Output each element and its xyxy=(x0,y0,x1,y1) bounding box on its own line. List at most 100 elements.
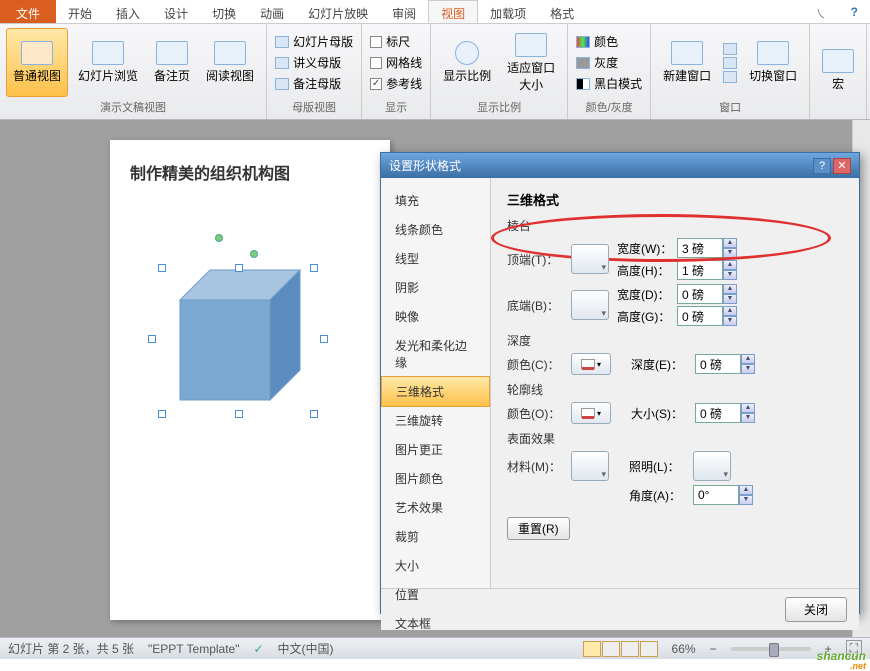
height-label: 高度(G)： xyxy=(617,308,673,325)
bottom-height-spinner[interactable]: ▲▼ xyxy=(677,306,737,326)
nav-position[interactable]: 位置 xyxy=(381,580,490,609)
slide-sorter-button[interactable]: 幻灯片浏览 xyxy=(72,28,144,97)
resize-handle[interactable] xyxy=(320,335,328,343)
nav-picture-corrections[interactable]: 图片更正 xyxy=(381,435,490,464)
menu-tab-transition[interactable]: 切换 xyxy=(200,0,248,23)
dialog-titlebar[interactable]: 设置形状格式 ? ✕ xyxy=(381,153,859,178)
slideshow-view-icon[interactable] xyxy=(640,641,658,657)
nav-line-style[interactable]: 线型 xyxy=(381,244,490,273)
nav-artistic-effects[interactable]: 艺术效果 xyxy=(381,493,490,522)
blackwhite-button[interactable]: 黑白模式 xyxy=(574,74,644,93)
rotation-handle[interactable] xyxy=(215,234,223,242)
dialog-help-icon[interactable]: ? xyxy=(813,158,831,174)
guides-checkbox[interactable]: ✓参考线 xyxy=(368,74,424,93)
menu-tab-slideshow[interactable]: 幻灯片放映 xyxy=(296,0,380,23)
color-button[interactable]: 颜色 xyxy=(574,32,644,51)
menu-tab-design[interactable]: 设计 xyxy=(152,0,200,23)
nav-reflection[interactable]: 映像 xyxy=(381,302,490,331)
depth-color-picker[interactable]: ▾ xyxy=(571,353,611,375)
nav-shadow[interactable]: 阴影 xyxy=(381,273,490,302)
nav-line-color[interactable]: 线条颜色 xyxy=(381,215,490,244)
switch-window-button[interactable]: 切换窗口 xyxy=(743,28,803,97)
ribbon-group-label xyxy=(816,113,860,115)
bottom-width-spinner[interactable]: ▲▼ xyxy=(677,284,737,304)
zoom-out-icon[interactable]: − xyxy=(710,642,717,656)
menu-tab-animation[interactable]: 动画 xyxy=(248,0,296,23)
grayscale-button[interactable]: 灰度 xyxy=(574,53,644,72)
ribbon-group-show: 标尺 网格线 ✓参考线 显示 xyxy=(362,24,431,119)
language-indicator[interactable]: 中文(中国) xyxy=(278,640,334,657)
ribbon-group-macros: 宏 xyxy=(810,24,867,119)
top-width-spinner[interactable]: ▲▼ xyxy=(677,238,737,258)
menu-tab-insert[interactable]: 插入 xyxy=(104,0,152,23)
reset-button[interactable]: 重置(R) xyxy=(507,517,570,540)
ruler-checkbox[interactable]: 标尺 xyxy=(368,32,424,51)
ribbon-group-presentation-views: 普通视图 幻灯片浏览 备注页 阅读视图 演示文稿视图 xyxy=(0,24,267,119)
menu-tab-home[interactable]: 开始 xyxy=(56,0,104,23)
resize-handle[interactable] xyxy=(235,264,243,272)
reading-view-button[interactable]: 阅读视图 xyxy=(200,28,260,97)
move-split-icon[interactable] xyxy=(723,71,737,83)
slide-sorter-label: 幻灯片浏览 xyxy=(78,67,138,84)
depth-spinner[interactable]: ▲▼ xyxy=(695,354,755,374)
nav-crop[interactable]: 裁剪 xyxy=(381,522,490,551)
nav-3d-format[interactable]: 三维格式 xyxy=(381,376,490,407)
help-icon[interactable]: ? xyxy=(839,0,870,23)
resize-handle[interactable] xyxy=(310,264,318,272)
nav-3d-rotation[interactable]: 三维旋转 xyxy=(381,406,490,435)
top-height-spinner[interactable]: ▲▼ xyxy=(677,260,737,280)
nav-picture-color[interactable]: 图片颜色 xyxy=(381,464,490,493)
resize-handle[interactable] xyxy=(235,410,243,418)
resize-handle[interactable] xyxy=(158,410,166,418)
lighting-preset[interactable] xyxy=(693,451,731,481)
top-bevel-preset[interactable] xyxy=(571,244,609,274)
zoom-button[interactable]: 显示比例 xyxy=(437,28,497,97)
bevel-label: 棱台 xyxy=(507,217,843,234)
arrange-icon[interactable] xyxy=(723,43,737,55)
notes-page-button[interactable]: 备注页 xyxy=(148,28,196,97)
resize-handle[interactable] xyxy=(148,335,156,343)
resize-handle[interactable] xyxy=(310,410,318,418)
reading-view-icon[interactable] xyxy=(621,641,639,657)
fit-to-window-button[interactable]: 适应窗口大小 xyxy=(501,28,561,97)
material-preset[interactable] xyxy=(571,451,609,481)
angle-spinner[interactable]: ▲▼ xyxy=(693,485,753,505)
close-button[interactable]: 关闭 xyxy=(785,597,847,622)
handout-master-button[interactable]: 讲义母版 xyxy=(273,53,355,72)
nav-size[interactable]: 大小 xyxy=(381,551,490,580)
contour-color-picker[interactable]: ▾ xyxy=(571,402,611,424)
menu-tab-addins[interactable]: 加载项 xyxy=(478,0,538,23)
normal-view-button[interactable]: 普通视图 xyxy=(6,28,68,97)
macros-button[interactable]: 宏 xyxy=(816,28,860,113)
bottom-bevel-preset[interactable] xyxy=(571,290,609,320)
menu-tab-review[interactable]: 审阅 xyxy=(380,0,428,23)
nav-fill[interactable]: 填充 xyxy=(381,186,490,215)
nav-glow[interactable]: 发光和柔化边缘 xyxy=(381,331,490,377)
ribbon-group-color: 颜色 灰度 黑白模式 颜色/灰度 xyxy=(568,24,651,119)
contour-size-spinner[interactable]: ▲▼ xyxy=(695,403,755,423)
slide-canvas[interactable]: 制作精美的组织机构图 xyxy=(110,140,390,620)
zoom-level[interactable]: 66% xyxy=(672,642,696,656)
bottom-bevel-label: 底端(B)： xyxy=(507,297,563,314)
gridlines-checkbox[interactable]: 网格线 xyxy=(368,53,424,72)
slide-master-button[interactable]: 幻灯片母版 xyxy=(273,32,355,51)
slide-counter: 幻灯片 第 2 张，共 5 张 xyxy=(8,640,134,657)
menu-tab-view[interactable]: 视图 xyxy=(428,0,478,23)
resize-handle[interactable] xyxy=(158,264,166,272)
cascade-icon[interactable] xyxy=(723,57,737,69)
zoom-slider[interactable] xyxy=(731,647,811,651)
menu-file[interactable]: 文件 xyxy=(0,0,56,23)
nav-textbox[interactable]: 文本框 xyxy=(381,609,490,638)
spellcheck-icon[interactable]: ✓ xyxy=(253,642,263,656)
sorter-view-icon[interactable] xyxy=(602,641,620,657)
normal-view-icon[interactable] xyxy=(583,641,601,657)
selected-shape[interactable] xyxy=(140,240,340,440)
rotation-handle[interactable] xyxy=(250,250,258,258)
template-name: "EPPT Template" xyxy=(148,642,239,656)
new-window-button[interactable]: 新建窗口 xyxy=(657,28,717,97)
menu-tab-format[interactable]: 格式 xyxy=(538,0,586,23)
dialog-close-icon[interactable]: ✕ xyxy=(833,158,851,174)
notes-master-button[interactable]: 备注母版 xyxy=(273,74,355,93)
depth-label: 深度 xyxy=(507,332,843,349)
minimize-ribbon-icon[interactable]: ㇏ xyxy=(803,0,839,23)
